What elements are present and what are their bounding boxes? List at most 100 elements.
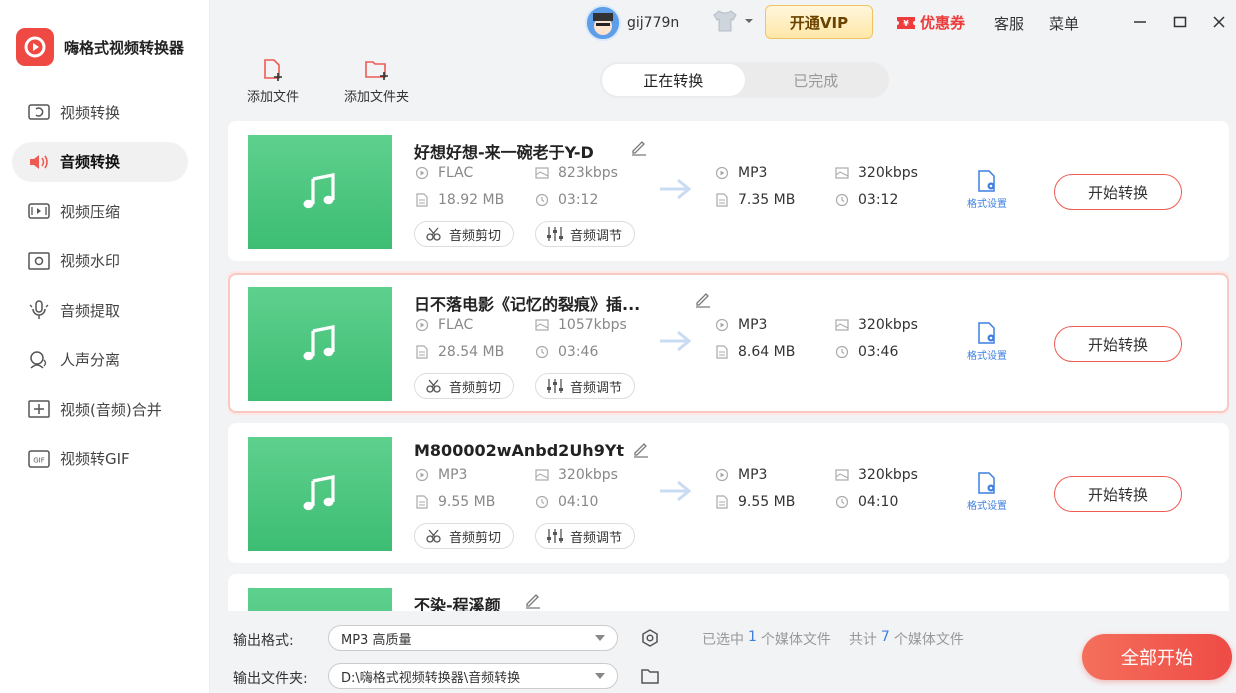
resolution-icon xyxy=(834,165,850,181)
sidebar-item-gif[interactable]: GIF 视频转GIF xyxy=(12,439,188,479)
audio-cut-label: 音频剪切 xyxy=(449,530,502,546)
sidebar-item-vocal-separate[interactable]: 人声分离 xyxy=(12,340,188,380)
video-convert-icon xyxy=(28,102,50,122)
output-format-select-value: MP3 高质量 xyxy=(341,632,412,648)
format-icon xyxy=(714,467,730,483)
file-card[interactable]: 好想好想-来一碗老于Y-D FLAC 823kbps 18.92 MB 03:1… xyxy=(228,121,1229,261)
format-icon xyxy=(414,467,430,483)
edit-name-button[interactable] xyxy=(630,138,648,160)
output-folder-value: D:\嗨格式视频转换器\音频转换 xyxy=(341,670,521,686)
format-settings-button[interactable]: 格式设置 xyxy=(964,169,1010,210)
format-settings-icon xyxy=(978,170,995,192)
format-settings-button[interactable]: 格式设置 xyxy=(964,321,1010,362)
audio-convert-icon xyxy=(28,152,50,172)
output-duration: 04:10 xyxy=(834,494,898,510)
app-logo-icon xyxy=(16,28,54,66)
output-format-value: MP3 xyxy=(738,165,768,181)
skin-switcher[interactable] xyxy=(710,8,754,34)
file-size-icon xyxy=(414,494,430,510)
status-tabs: 正在转换 已完成 xyxy=(600,62,889,98)
output-size: 8.64 MB xyxy=(714,344,795,360)
output-size-value: 8.64 MB xyxy=(738,344,796,360)
file-card[interactable]: M800002wAnbd2Uh9Yt MP3 320kbps 9.55 MB 0… xyxy=(228,423,1229,563)
clock-icon xyxy=(834,344,850,360)
output-size: 7.35 MB xyxy=(714,192,795,208)
user-profile[interactable]: gij779n xyxy=(585,5,679,41)
selected-count: 1 xyxy=(748,629,757,645)
menu-link[interactable]: 菜单 xyxy=(1049,13,1079,34)
sidebar-item-label: 音频提取 xyxy=(60,301,121,320)
tab-completed[interactable]: 已完成 xyxy=(745,64,888,96)
format-settings-button[interactable]: 格式设置 xyxy=(964,471,1010,512)
output-size-value: 9.55 MB xyxy=(738,494,796,510)
file-card[interactable]: 日不落电影《记忆的裂痕》插... FLAC 1057kbps 28.54 MB … xyxy=(228,273,1229,413)
output-size-value: 7.35 MB xyxy=(738,192,796,208)
edit-name-button[interactable] xyxy=(632,440,650,462)
scissors-icon xyxy=(426,529,441,543)
edit-name-button[interactable] xyxy=(524,591,542,611)
sliders-icon xyxy=(547,227,563,241)
output-bitrate-value: 320kbps xyxy=(858,317,918,333)
format-settings-label: 格式设置 xyxy=(967,501,1007,512)
audio-cut-label: 音频剪切 xyxy=(449,380,502,396)
settings-hex-icon xyxy=(642,629,658,647)
sidebar-item-video-compress[interactable]: 视频压缩 xyxy=(12,191,188,231)
edit-name-button[interactable] xyxy=(694,290,712,312)
maximize-button[interactable] xyxy=(1168,10,1192,34)
source-format: FLAC xyxy=(414,165,473,181)
audio-cut-button[interactable]: 音频剪切 xyxy=(414,373,515,399)
add-folder-button[interactable]: 添加文件夹 xyxy=(344,58,409,105)
audio-cut-button[interactable]: 音频剪切 xyxy=(414,221,515,247)
start-convert-button[interactable]: 开始转换 xyxy=(1054,326,1182,362)
output-bitrate: 320kbps xyxy=(834,317,918,333)
output-duration-value: 03:46 xyxy=(858,344,899,360)
sidebar-item-video-convert[interactable]: 视频转换 xyxy=(12,92,188,132)
source-duration-value: 03:46 xyxy=(558,344,599,360)
start-all-button[interactable]: 全部开始 xyxy=(1082,634,1232,680)
sidebar-item-merge[interactable]: 视频(音频)合并 xyxy=(12,389,188,429)
output-folder-select[interactable]: D:\嗨格式视频转换器\音频转换 xyxy=(328,663,618,689)
customer-service-link[interactable]: 客服 xyxy=(994,13,1024,34)
avatar xyxy=(585,5,621,41)
file-list[interactable]: 好想好想-来一碗老于Y-D FLAC 823kbps 18.92 MB 03:1… xyxy=(228,121,1229,611)
coupon-icon: ¥ xyxy=(897,16,915,29)
start-convert-button[interactable]: 开始转换 xyxy=(1054,476,1182,512)
file-name: M800002wAnbd2Uh9Yt xyxy=(414,441,625,460)
output-bitrate-value: 320kbps xyxy=(858,467,918,483)
sidebar-item-audio-extract[interactable]: 音频提取 xyxy=(12,290,188,330)
format-settings-icon xyxy=(978,472,995,494)
output-size: 9.55 MB xyxy=(714,494,795,510)
audio-adjust-button[interactable]: 音频调节 xyxy=(535,221,636,247)
watermark-icon xyxy=(28,251,50,271)
convert-arrow-icon xyxy=(658,479,694,507)
sliders-icon xyxy=(547,379,563,393)
source-duration: 03:12 xyxy=(534,192,598,208)
audio-adjust-label: 音频调节 xyxy=(570,228,623,244)
output-format-value: MP3 xyxy=(738,467,768,483)
source-format-value: MP3 xyxy=(438,467,468,483)
audio-cut-label: 音频剪切 xyxy=(449,228,502,244)
vip-button[interactable]: 开通VIP xyxy=(765,5,873,39)
sidebar-item-watermark[interactable]: 视频水印 xyxy=(12,241,188,281)
add-file-button[interactable]: 添加文件 xyxy=(247,58,299,105)
open-folder-button[interactable] xyxy=(640,667,660,689)
start-convert-button[interactable]: 开始转换 xyxy=(1054,174,1182,210)
tab-converting[interactable]: 正在转换 xyxy=(602,64,745,96)
resolution-icon xyxy=(534,317,550,333)
file-card[interactable]: 不染-程溪颜 xyxy=(228,574,1229,611)
gif-icon: GIF xyxy=(28,449,50,469)
close-button[interactable] xyxy=(1207,10,1231,34)
audio-adjust-button[interactable]: 音频调节 xyxy=(535,373,636,399)
username: gij779n xyxy=(627,15,680,31)
output-format-select[interactable]: MP3 高质量 xyxy=(328,625,618,651)
audio-adjust-button[interactable]: 音频调节 xyxy=(535,523,636,549)
sidebar-item-audio-convert[interactable]: 音频转换 xyxy=(12,141,188,182)
source-size: 18.92 MB xyxy=(414,192,504,208)
minimize-button[interactable] xyxy=(1128,10,1152,34)
audio-thumbnail xyxy=(248,135,392,249)
source-bitrate: 1057kbps xyxy=(534,317,627,333)
format-options-button[interactable] xyxy=(640,628,660,652)
audio-cut-button[interactable]: 音频剪切 xyxy=(414,523,515,549)
coupon-button[interactable]: ¥ 优惠券 xyxy=(896,12,965,33)
top-bar: gij779n 开通VIP ¥ 优惠券 客服 菜单 xyxy=(210,0,1236,46)
